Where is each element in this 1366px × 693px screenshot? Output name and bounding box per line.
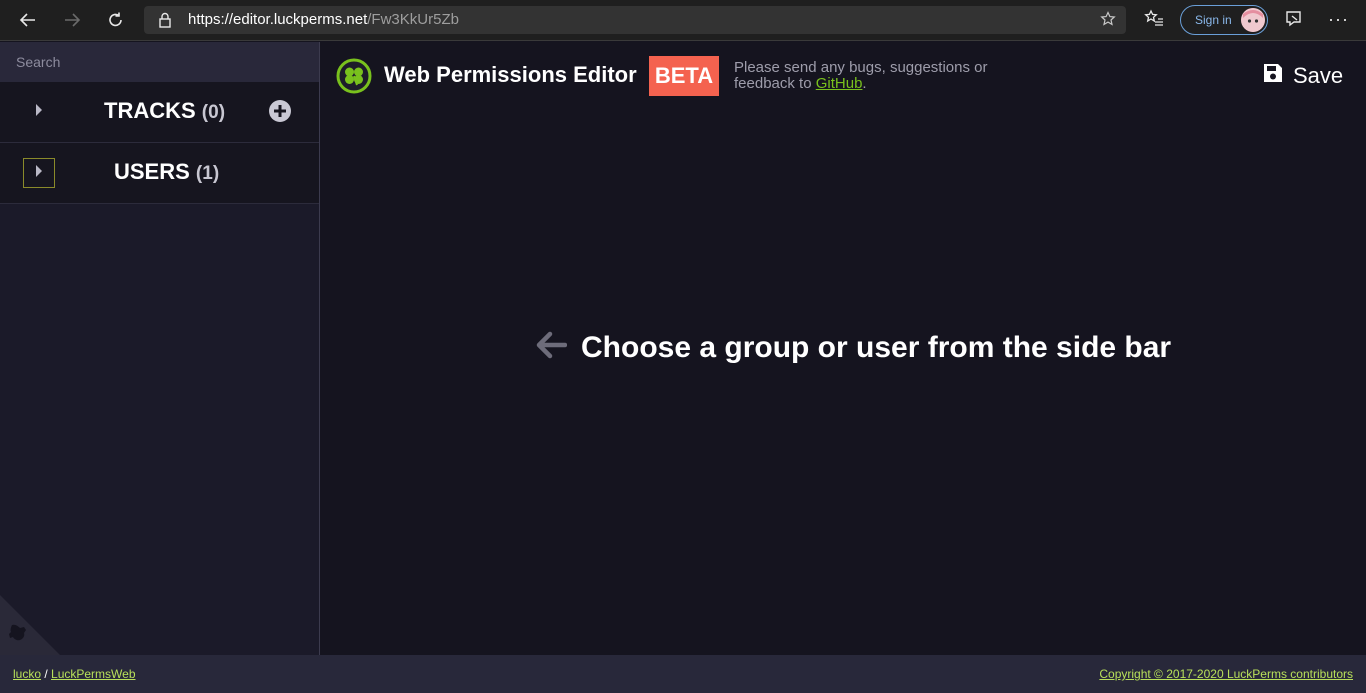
footer-separator: / [41,667,52,681]
section-title-tracks: TRACKS (0) [104,98,225,124]
github-link[interactable]: GitHub [816,75,863,92]
expand-users-button[interactable] [23,158,55,188]
save-button[interactable]: Save [1262,62,1343,90]
address-bar[interactable]: https://editor.luckperms.net/Fw3KkUr5Zb [144,6,1126,34]
expand-tracks-button[interactable] [23,97,55,127]
chevron-right-icon [34,103,44,122]
sign-in-button[interactable]: Sign in [1180,5,1268,35]
save-icon [1262,62,1284,90]
empty-state-message: Choose a group or user from the side bar [535,330,1171,365]
add-track-button[interactable] [268,99,292,128]
chevron-right-icon [34,164,44,183]
section-title-users: USERS (1) [114,159,219,185]
url-host: https://editor.luckperms.net [188,11,368,28]
feedback-notice: Please send any bugs, suggestions or fee… [734,60,994,92]
section-count: (0) [201,102,226,123]
forward-arrow-icon[interactable] [59,8,85,32]
beta-badge: BETA [649,56,719,96]
copyright-link[interactable]: Copyright © 2017-2020 LuckPerms contribu… [1099,667,1353,681]
search-box [0,42,319,82]
footer-copyright: Copyright © 2017-2020 LuckPerms contribu… [1099,667,1353,681]
refresh-icon[interactable] [103,8,129,32]
sign-in-label: Sign in [1195,13,1232,27]
sidebar: TRACKS (0) USERS (1) [0,42,320,655]
empty-state-text: Choose a group or user from the side bar [581,330,1172,364]
left-arrow-icon [535,330,568,365]
avatar [1241,8,1265,32]
section-count: (1) [195,163,220,184]
repo-link[interactable]: LuckPermsWeb [51,667,135,681]
url-path: /Fw3KkUr5Zb [367,11,459,28]
star-icon[interactable] [1100,11,1116,32]
footer-credits: lucko / LuckPermsWeb [13,667,136,681]
search-input[interactable] [0,42,319,82]
section-label: USERS [114,159,190,184]
back-arrow-icon[interactable] [15,8,41,32]
sidebar-section-users[interactable]: USERS (1) [0,143,319,204]
author-link[interactable]: lucko [13,667,41,681]
sidebar-section-tracks[interactable]: TRACKS (0) [0,82,319,143]
favorites-icon[interactable] [1143,8,1165,35]
plus-circle-icon [268,100,292,127]
github-corner-icon[interactable] [0,595,60,655]
footer: lucko / LuckPermsWeb Copyright © 2017-20… [0,655,1366,693]
url-text: https://editor.luckperms.net/Fw3KkUr5Zb [188,11,459,28]
lock-icon [158,12,172,33]
page-title: Web Permissions Editor [384,62,637,87]
clover-logo-icon [336,58,372,94]
browser-toolbar: https://editor.luckperms.net/Fw3KkUr5Zb … [0,0,1366,41]
save-label: Save [1293,63,1344,88]
more-options-button[interactable]: ··· [1328,9,1349,30]
section-label: TRACKS [104,98,196,123]
notice-end: . [862,75,867,92]
main-panel: Web Permissions Editor BETA Please send … [321,42,1366,655]
extensions-icon[interactable] [1283,9,1305,36]
